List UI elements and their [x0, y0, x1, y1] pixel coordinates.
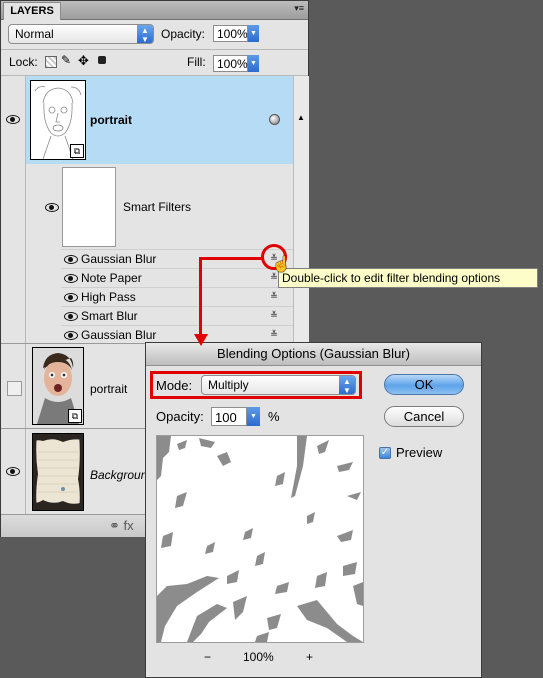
panel-menu-icon[interactable]: ▾≡: [294, 3, 304, 14]
chevron-updown-icon: ▲ ▼: [339, 376, 355, 395]
filter-name: Note Paper: [81, 271, 142, 285]
smart-object-badge-icon: ⧉: [68, 409, 82, 423]
filter-name: Gaussian Blur: [81, 252, 157, 266]
opacity-label: Opacity:: [161, 27, 206, 41]
blending-options-icon[interactable]: ≚: [267, 310, 281, 321]
lock-transparent-icon[interactable]: [45, 56, 57, 68]
eye-icon[interactable]: [64, 312, 78, 321]
filter-row[interactable]: High Pass ≚: [61, 287, 293, 306]
layer-row-portrait-smart[interactable]: ⧉ portrait: [26, 76, 293, 164]
opacity-label: Opacity:: [156, 409, 204, 424]
smart-filter-indicator-icon: [269, 114, 280, 125]
opacity-field[interactable]: 100: [211, 407, 247, 426]
blending-options-dialog: Blending Options (Gaussian Blur) Mode: M…: [145, 342, 482, 678]
filter-row[interactable]: Smart Blur ≚: [61, 306, 293, 325]
tooltip: Double-click to edit filter blending opt…: [278, 268, 538, 288]
layer-name[interactable]: portrait: [90, 382, 127, 396]
preview-label: Preview: [396, 445, 443, 460]
zoom-out-button[interactable]: −: [204, 650, 211, 664]
mode-value: Multiply: [208, 378, 249, 392]
eye-icon[interactable]: [64, 293, 78, 302]
zoom-level: 100%: [243, 650, 274, 664]
annotation-arrowhead: [194, 334, 208, 346]
panel-header: LAYERS ▾≡: [1, 1, 308, 20]
filter-row[interactable]: Note Paper ≚: [61, 268, 293, 287]
lock-label: Lock:: [9, 55, 38, 69]
layer-name[interactable]: portrait: [90, 113, 132, 127]
hand-cursor-icon: ☝: [272, 256, 291, 273]
lock-move-icon[interactable]: ✥: [78, 53, 89, 69]
ok-button[interactable]: OK: [384, 374, 464, 395]
tab-layers[interactable]: LAYERS: [3, 2, 61, 20]
note-paper-texture-image: [33, 434, 83, 510]
eye-icon: [6, 467, 20, 476]
mode-select[interactable]: Multiply ▲ ▼: [201, 375, 356, 395]
lock-brush-icon[interactable]: ✎: [61, 53, 71, 67]
annotation-arrow-horizontal: [200, 257, 262, 260]
eye-icon: [6, 115, 20, 124]
lock-all-icon[interactable]: [98, 56, 106, 64]
opacity-dropdown-icon[interactable]: ▼: [247, 407, 260, 426]
opacity-unit: %: [268, 409, 280, 424]
smart-object-badge-icon: ⧉: [70, 144, 84, 158]
smart-filter-mask-thumbnail[interactable]: [62, 167, 116, 247]
opacity-dropdown-icon[interactable]: ▼: [248, 25, 259, 42]
filter-name: Smart Blur: [81, 309, 138, 323]
blending-options-icon[interactable]: ≚: [267, 329, 281, 340]
fill-label: Fill:: [187, 55, 206, 69]
scroll-up-icon[interactable]: ▲: [297, 113, 305, 122]
blend-mode-value: Normal: [15, 27, 54, 41]
eye-icon[interactable]: [64, 331, 78, 340]
smart-filters-label: Smart Filters: [123, 200, 192, 214]
layer-visibility-toggle-off[interactable]: [7, 381, 22, 396]
blending-options-icon[interactable]: ≚: [267, 291, 281, 302]
divider: [1, 49, 308, 50]
layer-thumbnail[interactable]: [32, 433, 84, 511]
eye-icon[interactable]: [64, 255, 78, 264]
link-fx-icons[interactable]: ⚭ fx: [109, 518, 134, 534]
chevron-updown-icon: ▲ ▼: [137, 25, 153, 44]
filter-name: High Pass: [81, 290, 136, 304]
preview-checkbox[interactable]: ✓: [379, 447, 391, 459]
cancel-button[interactable]: Cancel: [384, 406, 464, 427]
layer-thumbnail: ⧉: [30, 80, 86, 160]
fill-dropdown-icon[interactable]: ▼: [248, 55, 259, 72]
annotation-arrow-vertical: [199, 257, 202, 337]
filter-preview-texture: [157, 436, 363, 642]
opacity-field[interactable]: 100%: [213, 25, 248, 42]
dialog-title: Blending Options (Gaussian Blur): [146, 343, 481, 366]
eye-icon[interactable]: [64, 274, 78, 283]
preview-image[interactable]: [156, 435, 364, 643]
zoom-in-button[interactable]: +: [306, 650, 313, 664]
layer-thumbnail[interactable]: ⧉: [32, 347, 84, 425]
fill-field[interactable]: 100%: [213, 55, 248, 72]
blend-mode-select[interactable]: Normal ▲ ▼: [8, 24, 154, 44]
mode-label: Mode:: [156, 378, 193, 393]
eye-icon: [45, 203, 59, 212]
